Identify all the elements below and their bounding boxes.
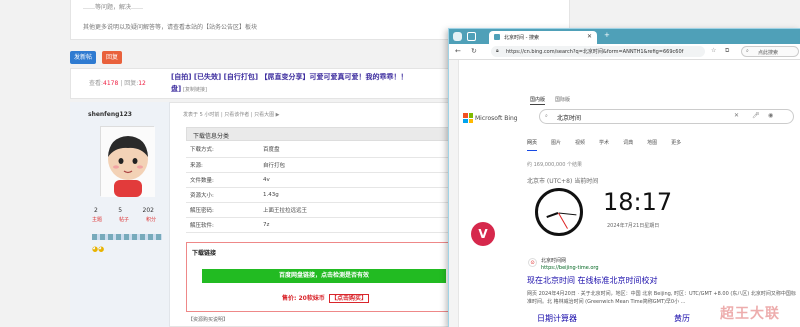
author-counts: 2 5 202	[94, 207, 154, 214]
tab-maps[interactable]: 地图	[647, 139, 657, 151]
author-sidebar: shenfeng123 2 5 202 主题 帖子 积分 ◕◕	[70, 102, 170, 327]
search-box[interactable]: ⌕ 北京时间 ✕ 🎤︎ ◉	[539, 109, 794, 124]
site-url[interactable]: https://beijing-time.org	[541, 265, 599, 271]
browser-sidebar	[449, 60, 459, 327]
browser-titlebar: 北京时间 - 搜索 ✕ +	[449, 29, 800, 44]
mic-icon[interactable]: 🎤︎	[752, 112, 760, 119]
tab-beijing-time[interactable]: 北京时间 - 搜索 ✕	[489, 31, 597, 44]
purchase-notes: 【资源购买说明】	[188, 317, 229, 323]
thread-title[interactable]: [自拍] [已失效] [自行打包] 【屌直变分享】可爱可爱真可爱！我的乖乖！！	[171, 72, 449, 82]
bing-page: Microsoft Bing 国内版 国际版 ⌕ 北京时间 ✕ 🎤︎ ◉ 网页 …	[459, 60, 800, 327]
new-tab-icon[interactable]: +	[604, 31, 610, 39]
result-nav-tabs: 网页 图片 视频 学术 词典 地图 更多	[527, 139, 752, 151]
desktop: ……等问题，解决…… 其他更多说明以及疑问解答等，请查看本站的【站务公告区】板块…	[0, 0, 800, 327]
tab-title: 北京时间 - 搜索	[504, 35, 539, 41]
price-line: 售价: 20软妹币 【点击购买】	[282, 294, 369, 303]
lock-icon: 🔒︎	[496, 48, 499, 54]
new-post-button[interactable]: 发新帖	[70, 51, 96, 64]
download-info-header: 下载信息分类	[186, 127, 458, 141]
baidu-link-button[interactable]: 百度网盘链接，点击检测是否有效	[202, 269, 446, 283]
post-meta: 发表于 5 小时前 | 只看该作者 | 只看大图 ▶	[183, 112, 280, 118]
copy-link[interactable]: [复制链接]	[183, 86, 207, 93]
minute-hand	[558, 212, 577, 216]
tab-close-icon[interactable]: ✕	[587, 33, 592, 40]
topics-count[interactable]: 2	[94, 207, 98, 214]
table-row: 文件数量: 4v	[186, 172, 458, 188]
result-count: 约 169,000,000 个结果	[527, 162, 582, 168]
avatar[interactable]	[100, 126, 155, 197]
result-title-link[interactable]: 现在北京时间 在线标准北京时间校对	[527, 275, 658, 286]
table-row: 来源: 自行打包	[186, 157, 458, 173]
tab-videos[interactable]: 视频	[575, 139, 585, 151]
bing-favicon-icon	[494, 34, 500, 40]
camera-icon[interactable]: ◉	[768, 112, 773, 119]
profile-icon[interactable]	[453, 32, 462, 41]
tab-academic[interactable]: 学术	[599, 139, 609, 151]
tab-more[interactable]: 更多	[671, 139, 681, 151]
tab-web[interactable]: 网页	[527, 139, 538, 151]
extension-search[interactable]: ⌕ 点此搜索	[741, 46, 799, 57]
timezone-label: 北京市 (UTC+8) 当前时间	[527, 178, 599, 185]
table-row: 资源大小: 1.43g	[186, 187, 458, 203]
digital-time: 18:17	[603, 188, 673, 216]
clear-icon[interactable]: ✕	[734, 112, 739, 119]
favorites-icon[interactable]: ☆	[711, 47, 716, 54]
author-name[interactable]: shenfeng123	[88, 111, 132, 118]
browser-window: 北京时间 - 搜索 ✕ + ← ↻ 🔒︎ https://cn.bing.com…	[448, 28, 800, 327]
hour-hand	[546, 212, 559, 219]
views-count: 4178	[103, 80, 119, 87]
table-row: 下载方式: 百度盘	[186, 142, 458, 158]
site-name: 北京时间网	[541, 258, 567, 264]
site-favicon-icon: ⊙	[528, 258, 537, 267]
download-heading: 下载链接	[192, 250, 217, 257]
search-icon: ⌕	[545, 113, 548, 119]
second-hand	[558, 212, 568, 229]
reply-button[interactable]: 回复	[102, 51, 122, 64]
price-value: 20软妹币	[298, 295, 325, 302]
bing-logo[interactable]: Microsoft Bing	[475, 115, 518, 122]
scope-tab-domestic[interactable]: 国内版	[530, 96, 546, 105]
watermark: 超王大联	[720, 306, 780, 322]
table-row: 解压软件: 7z	[186, 217, 458, 233]
url-field[interactable]: 🔒︎ https://cn.bing.com/search?q=北京时间&for…	[491, 46, 705, 57]
notice-top-text: ……等问题，解决……	[83, 4, 144, 11]
search-icon: ⌕	[746, 48, 749, 54]
replies-count: 12	[138, 80, 146, 87]
author-count-labels: 主题 帖子 积分	[92, 217, 156, 223]
tab-dict[interactable]: 词典	[623, 139, 633, 151]
url-text: https://cn.bing.com/search?q=北京时间&form=A…	[506, 49, 684, 55]
medal-icon: ◕◕	[92, 245, 105, 253]
thread-title-cont: 盘]	[171, 85, 182, 93]
analog-clock	[535, 188, 583, 236]
avatar-image	[101, 127, 155, 197]
credits-count[interactable]: 202	[143, 207, 154, 214]
posts-count[interactable]: 5	[118, 207, 122, 214]
workspaces-icon[interactable]	[467, 32, 476, 41]
tab-images[interactable]: 图片	[551, 139, 561, 151]
collections-icon[interactable]: ⧉	[725, 47, 729, 55]
notice-text: 其他更多说明以及疑问解答等，请查看本站的【站务公告区】板块	[83, 24, 258, 31]
search-query: 北京时间	[557, 115, 582, 122]
date-text: 2024年7月21日星期日	[607, 223, 660, 229]
table-row: 解压密码: 上面王拉拉远远王	[186, 202, 458, 218]
refresh-icon[interactable]: ↻	[471, 47, 477, 55]
almanac-link[interactable]: 黄历	[674, 313, 690, 324]
download-info-table: 下载方式: 百度盘 来源: 自行打包 文件数量: 4v 资源大小: 1.43g 解压密码…	[186, 142, 458, 233]
back-icon[interactable]: ←	[455, 47, 461, 55]
microsoft-logo-icon	[463, 113, 473, 123]
thread-stats: 查看:4178 | 回复:12	[89, 80, 146, 87]
level-bar	[92, 234, 162, 240]
scope-tab-intl[interactable]: 国际版	[555, 96, 570, 103]
buy-button[interactable]: 【点击购买】	[328, 294, 369, 303]
date-calculator-link[interactable]: 日期计算器	[537, 313, 577, 324]
floating-v-button[interactable]: V	[471, 222, 495, 246]
